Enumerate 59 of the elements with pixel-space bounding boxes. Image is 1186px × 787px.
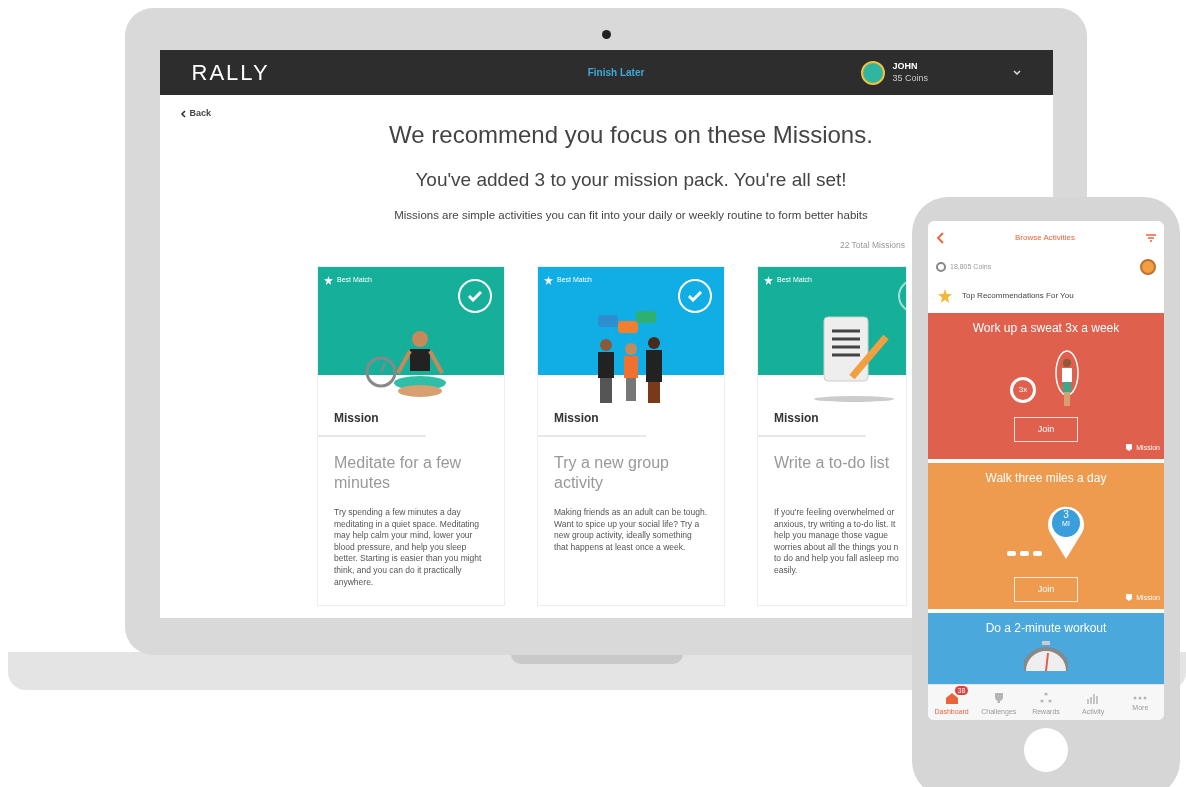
stars-icon	[1038, 692, 1053, 705]
card-label: Mission	[333, 410, 380, 427]
star-icon	[938, 289, 952, 303]
check-toggle[interactable]	[678, 279, 712, 313]
filter-icon[interactable]	[1146, 234, 1156, 242]
avatar	[860, 60, 885, 85]
badge-icon	[1126, 594, 1133, 602]
checkmark-icon	[468, 290, 482, 302]
card-description: Making friends as an adult can be tough. Want to spice up your social life? Try a new group activity, ideally something that happens at least once a week.	[554, 507, 708, 554]
intro-text: Missions are simple activities you can fit into your daily or weekly routine to form better habits	[394, 208, 868, 223]
card-label: Mission	[553, 410, 600, 427]
caret-icon[interactable]	[1012, 70, 1021, 75]
activity-title: Do a 2-minute workout	[985, 620, 1107, 637]
card-description: Try spending a few minutes a day meditating in a quiet space. Meditating may help calm your mind, lower your blood pressure, and help you sleep better. Starting is easier than you might think, and you can do it practically anywhere.	[334, 507, 483, 589]
screen-title: Browse Activities	[1015, 232, 1075, 244]
checkmark-icon	[688, 290, 702, 302]
mission-card[interactable]	[757, 266, 907, 606]
bar-chart-icon	[1086, 692, 1101, 705]
mission-card[interactable]	[317, 266, 505, 606]
card-description: to do and help you fall asleep mo	[774, 553, 900, 565]
join-button[interactable]: Join	[1014, 577, 1078, 602]
card-description: worries about all the things you n	[774, 541, 900, 554]
dashes-icon	[1007, 551, 1043, 559]
check-toggle[interactable]	[458, 279, 492, 313]
home-icon	[944, 692, 959, 705]
star-icon	[544, 275, 553, 285]
star-icon	[764, 275, 773, 285]
card-description: easily.	[774, 564, 799, 577]
star-icon	[324, 275, 333, 285]
card-title: Try a new group activity	[553, 453, 670, 493]
user-name: JOHN	[892, 61, 919, 73]
card-title: Write a to-do list	[773, 453, 891, 473]
card-description: If you're feeling overwhelmed or	[774, 507, 896, 519]
badge-icon	[1126, 444, 1133, 452]
miles-number: 3	[1063, 510, 1069, 520]
back-chevron-icon	[179, 109, 186, 118]
back-link[interactable]: Back	[179, 107, 211, 121]
coin-icon	[936, 262, 946, 272]
section-heading: Top Recommendations For You	[962, 290, 1074, 302]
more-icon	[1133, 696, 1148, 701]
card-label: Mission	[773, 410, 820, 427]
headline: We recommend you focus on these Missions.	[389, 119, 873, 150]
card-description: anxious, try writing a to-do list. It	[774, 518, 897, 531]
profile-avatar[interactable]	[1140, 259, 1156, 275]
stopwatch-icon	[1024, 641, 1068, 671]
total-missions: 22 Total Missions	[839, 239, 905, 252]
coin-count: 35 Coins	[892, 72, 929, 84]
activity-title: Work up a sweat 3x a week	[972, 320, 1120, 337]
location-pin-icon	[1047, 505, 1085, 559]
back-chevron-icon[interactable]	[936, 232, 944, 244]
subheadline: You've added 3 to your mission pack. You're all set!	[415, 167, 847, 192]
logo: RALLY	[191, 59, 271, 87]
trophy-icon	[992, 692, 1005, 705]
finish-later-link[interactable]: Finish Later	[587, 65, 645, 80]
card-description: help you manage those vague	[774, 530, 889, 542]
join-button[interactable]: Join	[1014, 417, 1078, 442]
activity-card[interactable]: Do a 2-minute workout	[928, 613, 1164, 684]
card-title: Meditate for a few minutes	[333, 453, 463, 493]
activity-title: Walk three miles a day	[985, 470, 1107, 487]
